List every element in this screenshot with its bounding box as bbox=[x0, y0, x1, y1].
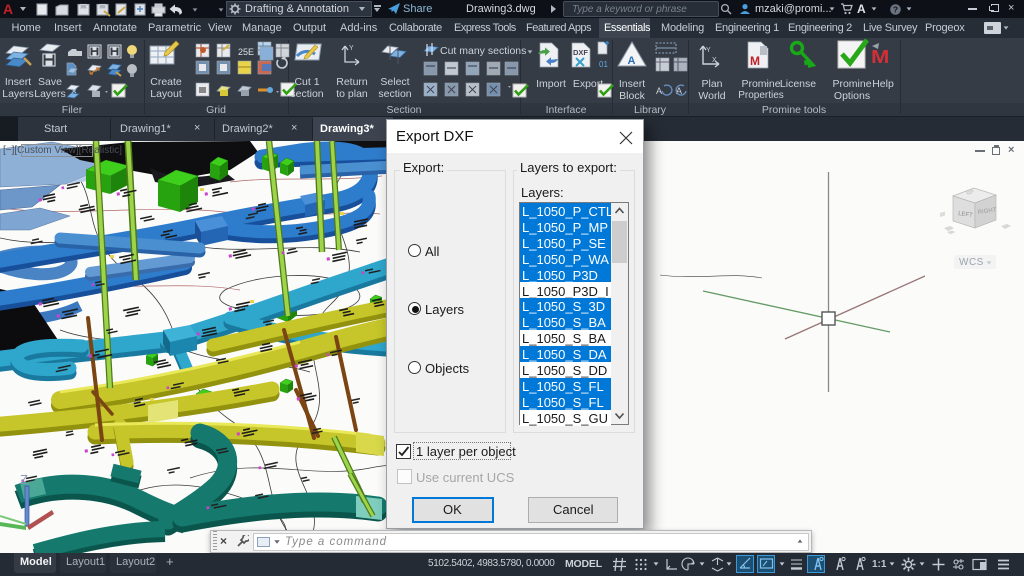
svg-text:X: X bbox=[712, 57, 717, 64]
svg-text:25E: 25E bbox=[238, 47, 254, 57]
svg-text:M: M bbox=[750, 54, 760, 68]
svg-text:01: 01 bbox=[599, 60, 608, 69]
svg-text:A: A bbox=[656, 86, 662, 96]
svg-text:A: A bbox=[628, 55, 636, 67]
svg-text:Y: Y bbox=[349, 45, 354, 52]
svg-text:Z: Z bbox=[20, 472, 28, 487]
svg-text:M: M bbox=[871, 46, 889, 67]
svg-text:?: ? bbox=[893, 5, 898, 15]
svg-text:Y: Y bbox=[706, 47, 711, 54]
svg-text:DXF: DXF bbox=[573, 48, 588, 57]
